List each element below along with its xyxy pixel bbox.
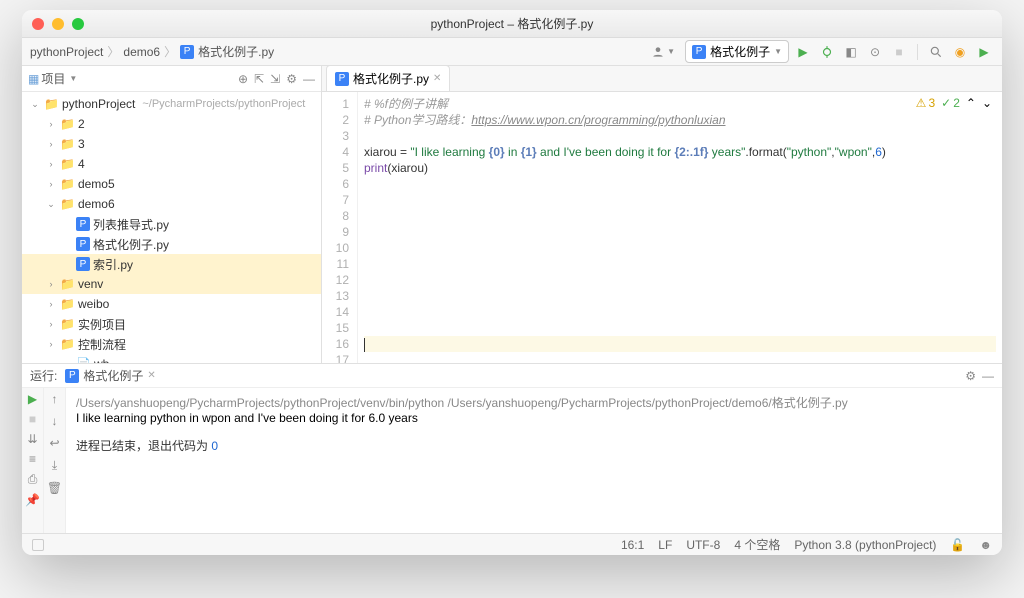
python-file-icon: P (180, 45, 194, 59)
down-trace-icon[interactable]: ↓ (52, 414, 58, 428)
hide-icon[interactable]: — (982, 369, 994, 383)
expand-up-icon[interactable]: ⌃ (966, 96, 976, 110)
tree-node[interactable]: ›📁控制流程 (22, 334, 321, 354)
window-title: pythonProject – 格式化例子.py (431, 15, 594, 32)
close-window[interactable] (32, 18, 44, 30)
tree-node[interactable]: P索引.py (22, 254, 321, 274)
line-separator[interactable]: LF (658, 538, 672, 552)
inspections-icon[interactable]: ☻ (979, 538, 992, 552)
expand-down-icon[interactable]: ⌄ (982, 96, 992, 110)
indent-setting[interactable]: 4 个空格 (734, 536, 780, 553)
pin-icon[interactable]: 📌 (25, 493, 40, 507)
python-interpreter[interactable]: Python 3.8 (pythonProject) (794, 538, 936, 552)
tool-window-toggle[interactable] (32, 539, 44, 551)
weak-warning-badge[interactable]: ✓2 (941, 96, 960, 110)
console-actions: ↑ ↓ ↩ ⤓ 🗑 (44, 388, 66, 533)
command-line: /Users/yanshuopeng/PycharmProjects/pytho… (76, 394, 992, 411)
tree-node[interactable]: ›📁weibo (22, 294, 321, 314)
run-config-label: 格式化例子 (710, 43, 770, 60)
tree-node[interactable]: ›📁2 (22, 114, 321, 134)
run-actions: ▶ ■ ⇊ ≡ ⎙ 📌 (22, 388, 44, 533)
select-opened-icon[interactable]: ⊕ (238, 72, 248, 86)
crumb-folder[interactable]: demo6 (123, 45, 160, 59)
line-gutter: 12345678910111213141516171819 (322, 92, 358, 363)
chevron-icon: 〉 (107, 43, 119, 60)
gear-icon[interactable]: ⚙ (965, 369, 976, 383)
collapse-all-icon[interactable]: ⇲ (270, 72, 280, 86)
tab-label: 格式化例子.py (353, 70, 429, 87)
up-trace-icon[interactable]: ↑ (52, 392, 58, 406)
editor-tab[interactable]: P 格式化例子.py ✕ (326, 65, 450, 91)
tree-node[interactable]: ›📁4 (22, 154, 321, 174)
print-icon[interactable]: ⎙ (28, 472, 38, 487)
file-encoding[interactable]: UTF-8 (686, 538, 720, 552)
warning-badge[interactable]: ⚠3 (916, 96, 935, 110)
tree-node[interactable]: ›📁3 (22, 134, 321, 154)
code-area[interactable]: # %f的例子讲解# Python学习路线：https://www.wpon.c… (358, 92, 1002, 363)
sync-icon[interactable]: ◉ (950, 42, 970, 62)
python-file-icon: P (335, 72, 349, 86)
cursor-position[interactable]: 16:1 (621, 538, 644, 552)
code-editor[interactable]: 12345678910111213141516171819 # %f的例子讲解#… (322, 92, 1002, 363)
stdout-line: I like learning python in wpon and I've … (76, 411, 992, 425)
search-icon[interactable] (926, 42, 946, 62)
zoom-window[interactable] (72, 18, 84, 30)
tree-node[interactable]: 📄wb (22, 354, 321, 363)
layout-icon[interactable]: ≡ (29, 452, 36, 466)
tree-node[interactable]: P格式化例子.py (22, 234, 321, 254)
inspection-badges[interactable]: ⚠3 ✓2 ⌃ ⌄ (916, 96, 992, 110)
coverage-button[interactable]: ◧ (841, 42, 861, 62)
close-tab-icon[interactable]: ✕ (433, 73, 441, 84)
exit-line: 进程已结束，退出代码为 0 (76, 437, 992, 454)
debug-button[interactable] (817, 42, 837, 62)
tree-node[interactable]: ⌄📁pythonProject~/PycharmProjects/pythonP… (22, 94, 321, 114)
python-file-icon: P (65, 369, 79, 383)
user-dropdown[interactable]: ▼ (645, 45, 681, 59)
project-tool-icon[interactable]: ▦项目▼ (28, 70, 77, 87)
project-sidebar: ▦项目▼ ⊕ ⇱ ⇲ ⚙ — ⌄📁pythonProject~/PycharmP… (22, 66, 322, 363)
minimize-window[interactable] (52, 18, 64, 30)
gear-icon[interactable]: ⚙ (286, 72, 297, 86)
tree-node[interactable]: ›📁demo5 (22, 174, 321, 194)
wrap-icon[interactable]: ↩ (49, 436, 59, 450)
titlebar: pythonProject – 格式化例子.py (22, 10, 1002, 38)
chevron-icon: 〉 (164, 43, 176, 60)
hide-icon[interactable]: — (303, 72, 315, 86)
sidebar-header: ▦项目▼ ⊕ ⇱ ⇲ ⚙ — (22, 66, 321, 92)
tree-node[interactable]: ⌄📁demo6 (22, 194, 321, 214)
profile-button[interactable]: ⊙ (865, 42, 885, 62)
run-header: 运行: P 格式化例子 ✕ ⚙ — (22, 364, 1002, 388)
run-button[interactable]: ▶ (793, 42, 813, 62)
ide-window: pythonProject – 格式化例子.py pythonProject 〉… (22, 10, 1002, 555)
more-icon[interactable]: ▶ (974, 42, 994, 62)
run-config-selector[interactable]: P 格式化例子 ▼ (685, 40, 789, 63)
dump-icon[interactable]: ⇊ (27, 432, 37, 446)
expand-all-icon[interactable]: ⇱ (254, 72, 264, 86)
console-output[interactable]: /Users/yanshuopeng/PycharmProjects/pytho… (66, 388, 1002, 533)
user-icon (651, 45, 665, 59)
run-title: 运行: (30, 367, 57, 384)
stop-button[interactable]: ■ (889, 42, 909, 62)
main-toolbar: pythonProject 〉 demo6 〉 P 格式化例子.py ▼ P 格… (22, 38, 1002, 66)
clear-icon[interactable]: 🗑 (47, 481, 62, 495)
status-bar: 16:1 LF UTF-8 4 个空格 Python 3.8 (pythonPr… (22, 533, 1002, 555)
python-file-icon: P (692, 45, 706, 59)
project-tree[interactable]: ⌄📁pythonProject~/PycharmProjects/pythonP… (22, 92, 321, 363)
readonly-icon[interactable]: 🔓 (950, 538, 965, 552)
rerun-icon[interactable]: ▶ (28, 392, 37, 406)
scroll-icon[interactable]: ⤓ (52, 458, 57, 473)
tree-node[interactable]: ›📁实例项目 (22, 314, 321, 334)
run-tool-window: 运行: P 格式化例子 ✕ ⚙ — ▶ ■ ⇊ ≡ ⎙ 📌 ↑ ↓ (22, 363, 1002, 533)
tree-node[interactable]: P列表推导式.py (22, 214, 321, 234)
editor-tabs: P 格式化例子.py ✕ (322, 66, 1002, 92)
editor-pane: P 格式化例子.py ✕ 123456789101112131415161718… (322, 66, 1002, 363)
crumb-root[interactable]: pythonProject (30, 45, 103, 59)
run-tab[interactable]: P 格式化例子 ✕ (65, 367, 155, 384)
tree-node[interactable]: ›📁venv (22, 274, 321, 294)
crumb-file[interactable]: 格式化例子.py (198, 43, 274, 60)
breadcrumb[interactable]: pythonProject 〉 demo6 〉 P 格式化例子.py (30, 43, 274, 60)
stop-run-icon[interactable]: ■ (29, 412, 36, 426)
